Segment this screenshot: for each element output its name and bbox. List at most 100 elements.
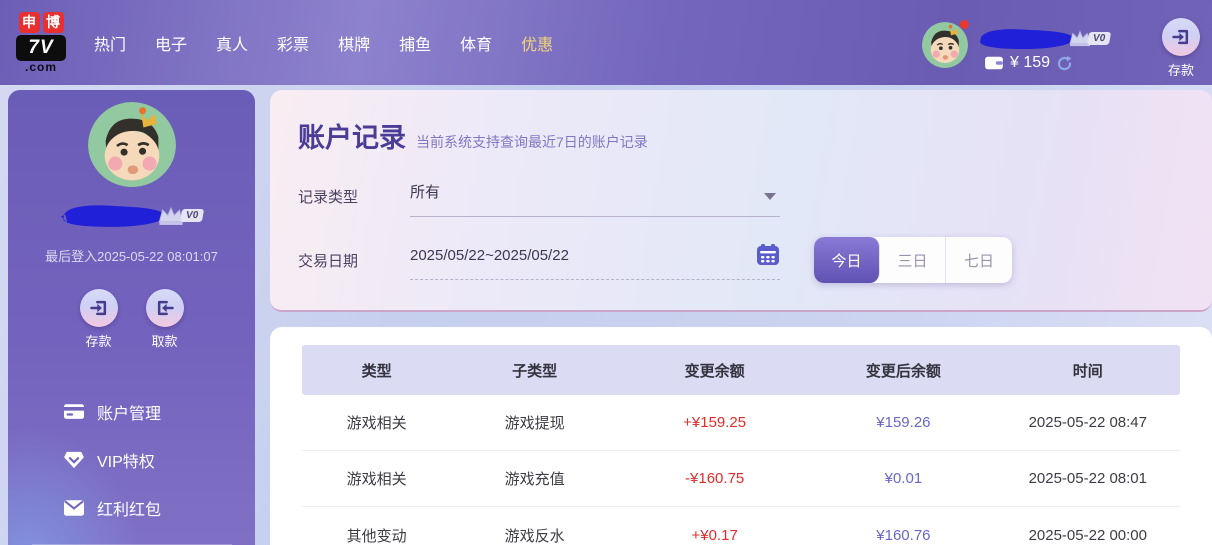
cell-time: 2025-05-22 08:01 xyxy=(996,470,1180,487)
table-row: 其他变动 游戏反水 +¥0.17 ¥160.76 2025-05-22 00:0… xyxy=(302,507,1180,545)
logo-badge-shen: 申 xyxy=(19,12,40,33)
vip-gem-icon xyxy=(64,451,84,469)
username-redaction-scribble xyxy=(976,27,1076,50)
cell-balance-after: ¥0.01 xyxy=(811,470,995,487)
site-logo[interactable]: 申 博 7V .com xyxy=(14,12,68,74)
col-header-balance: 变更后余额 xyxy=(811,360,995,381)
deposit-label: 存款 xyxy=(85,331,111,350)
withdraw-arrow-icon xyxy=(146,289,184,327)
sidebar-item-vip[interactable]: VIP特权 xyxy=(64,436,255,484)
page-title: 账户记录 xyxy=(298,116,406,155)
account-records-card: 账户记录 当前系统支持查询最近7日的账户记录 记录类型 所有 交易日期 2025… xyxy=(270,90,1212,312)
nav-item-board[interactable]: 棋牌 xyxy=(338,31,370,55)
cell-balance-after: ¥159.26 xyxy=(811,414,995,431)
avatar-image-icon xyxy=(88,102,176,187)
top-navigation-bar: 申 博 7V .com 热门 电子 真人 彩票 棋牌 捕鱼 体育 优惠 xyxy=(0,0,1212,85)
user-area: V0 ¥ 159 存款 xyxy=(922,6,1212,79)
sidebar-item-bonus[interactable]: 红利红包 xyxy=(64,484,255,532)
username-redaction-scribble xyxy=(59,202,167,229)
sidebar-item-account[interactable]: 账户管理 xyxy=(64,388,255,436)
last-login-text: 最后登入2025-05-22 08:01:07 xyxy=(45,246,218,265)
sidebar-item-label: 账户管理 xyxy=(97,400,161,424)
table-header-row: 类型 子类型 变更余额 变更后余额 时间 xyxy=(302,345,1180,395)
notification-dot xyxy=(960,20,969,29)
wallet-row: ¥ 159 xyxy=(984,54,1136,72)
sidebar-deposit-button[interactable]: 存款 xyxy=(80,289,118,350)
logo-badges: 申 博 xyxy=(19,12,64,33)
logo-badge-bo: 博 xyxy=(43,12,64,33)
user-sidebar: V0 最后登入2025-05-22 08:01:07 存款 取款 xyxy=(8,90,255,545)
cell-subtype: 游戏提现 xyxy=(451,412,618,433)
balance-amount: ¥ 159 xyxy=(1010,54,1050,72)
date-range-label: 交易日期 xyxy=(298,250,410,271)
col-header-type: 类型 xyxy=(302,360,451,381)
cell-balance-after: ¥160.76 xyxy=(811,527,995,544)
col-header-change: 变更余额 xyxy=(618,360,811,381)
quick-actions: 存款 取款 xyxy=(80,289,184,350)
sidebar-avatar[interactable] xyxy=(88,102,176,187)
title-row: 账户记录 当前系统支持查询最近7日的账户记录 xyxy=(298,116,1184,155)
deposit-arrow-icon xyxy=(1162,18,1200,56)
sidebar-withdraw-button[interactable]: 取款 xyxy=(146,289,184,350)
table-row: 游戏相关 游戏充值 -¥160.75 ¥0.01 2025-05-22 08:0… xyxy=(302,451,1180,507)
day-range-tabs: 今日 三日 七日 xyxy=(814,237,1012,283)
refresh-balance-icon[interactable] xyxy=(1056,55,1073,72)
tab-seven-days[interactable]: 七日 xyxy=(946,237,1012,283)
cell-subtype: 游戏充值 xyxy=(451,468,618,489)
cell-time: 2025-05-22 00:00 xyxy=(996,527,1180,544)
cell-type: 游戏相关 xyxy=(302,468,451,489)
cell-type: 其他变动 xyxy=(302,525,451,545)
withdraw-label: 取款 xyxy=(151,331,177,350)
cell-time: 2025-05-22 08:47 xyxy=(996,414,1180,431)
nav-item-promo[interactable]: 优惠 xyxy=(521,31,553,55)
table-row: 游戏相关 游戏提现 +¥159.25 ¥159.26 2025-05-22 08… xyxy=(302,395,1180,451)
red-packet-envelope-icon xyxy=(64,500,84,516)
chevron-down-icon xyxy=(764,193,776,200)
deposit-arrow-icon xyxy=(80,289,118,327)
nav-item-sports[interactable]: 体育 xyxy=(460,31,492,55)
page-subtitle: 当前系统支持查询最近7日的账户记录 xyxy=(416,132,648,152)
deposit-button-label: 存款 xyxy=(1168,60,1194,79)
vip-level-badge: V0 xyxy=(1087,32,1112,45)
record-type-filter-row: 记录类型 所有 xyxy=(298,173,1184,219)
main-panel: 账户记录 当前系统支持查询最近7日的账户记录 记录类型 所有 交易日期 2025… xyxy=(270,90,1212,545)
record-type-value: 所有 xyxy=(410,184,440,201)
cell-subtype: 游戏反水 xyxy=(451,525,618,545)
nav-item-fishing[interactable]: 捕鱼 xyxy=(399,31,431,55)
user-info: V0 ¥ 159 xyxy=(976,26,1136,72)
nav-item-live[interactable]: 真人 xyxy=(216,31,248,55)
wallet-icon xyxy=(984,55,1004,71)
record-type-label: 记录类型 xyxy=(298,186,410,207)
avatar-image-icon xyxy=(922,22,968,68)
calendar-icon[interactable] xyxy=(756,244,780,271)
cell-type: 游戏相关 xyxy=(302,412,451,433)
record-type-select[interactable]: 所有 xyxy=(410,175,780,217)
user-avatar[interactable] xyxy=(922,22,968,68)
records-table-card: 类型 子类型 变更余额 变更后余额 时间 游戏相关 游戏提现 +¥159.25 … xyxy=(270,327,1212,545)
sidebar-item-label: VIP特权 xyxy=(97,448,155,472)
logo-com: .com xyxy=(25,60,57,74)
topbar-deposit-button[interactable]: 存款 xyxy=(1162,18,1200,79)
col-header-time: 时间 xyxy=(996,360,1180,381)
cell-change-amount: +¥0.17 xyxy=(618,527,811,544)
sidebar-username-row: V0 xyxy=(59,201,203,230)
username-row: V0 xyxy=(976,26,1136,50)
cell-change-amount: +¥159.25 xyxy=(618,414,811,431)
date-filter-row: 交易日期 2025/05/22~2025/05/22 xyxy=(298,237,1184,283)
tab-three-days[interactable]: 三日 xyxy=(880,237,946,283)
date-range-value: 2025/05/22~2025/05/22 xyxy=(410,247,569,264)
tab-today[interactable]: 今日 xyxy=(814,237,880,283)
main-menu: 热门 电子 真人 彩票 棋牌 捕鱼 体育 优惠 xyxy=(94,31,553,55)
vip-level-badge: V0 xyxy=(180,209,205,222)
content-area: V0 最后登入2025-05-22 08:01:07 存款 取款 xyxy=(0,90,1212,545)
cell-change-amount: -¥160.75 xyxy=(618,470,811,487)
col-header-subtype: 子类型 xyxy=(451,360,618,381)
nav-item-slots[interactable]: 电子 xyxy=(155,31,187,55)
nav-item-lottery[interactable]: 彩票 xyxy=(277,31,309,55)
nav-item-hot[interactable]: 热门 xyxy=(94,31,126,55)
sidebar-item-label: 红利红包 xyxy=(97,496,161,520)
sidebar-menu: 账户管理 VIP特权 红利红包 xyxy=(8,388,255,532)
page: 申 博 7V .com 热门 电子 真人 彩票 棋牌 捕鱼 体育 优惠 xyxy=(0,0,1212,545)
date-range-input[interactable]: 2025/05/22~2025/05/22 xyxy=(410,241,780,280)
bank-card-icon xyxy=(64,404,84,420)
